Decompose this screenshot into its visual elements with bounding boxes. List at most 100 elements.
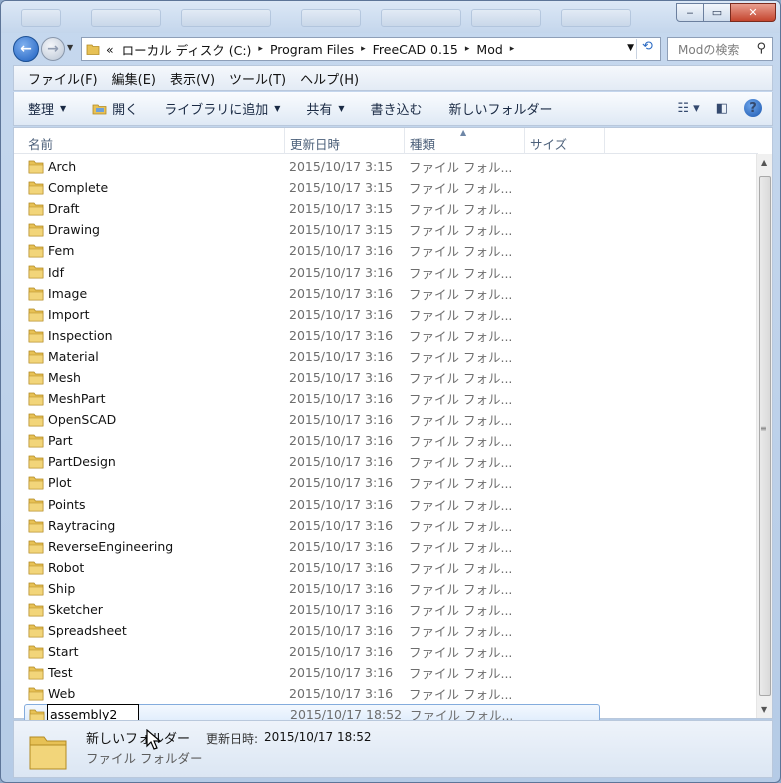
file-row[interactable]: Plot 2015/10/17 3:16 ファイル フォル... [14,472,758,493]
menu-edit[interactable]: 編集(E) [112,69,156,88]
vertical-scrollbar[interactable]: ▲ ≡ ▼ [756,154,772,718]
minimize-icon: ‒ [686,6,694,19]
file-row[interactable]: PartDesign 2015/10/17 3:16 ファイル フォル... [14,451,758,472]
menu-file[interactable]: ファイル(F) [28,69,98,88]
file-row[interactable]: Fem 2015/10/17 3:16 ファイル フォル... [14,240,758,261]
refresh-icon[interactable]: ⟲ [636,39,658,59]
breadcrumb-separator-icon[interactable]: ▸ [510,44,515,54]
minimize-button[interactable]: ‒ [676,3,704,22]
file-row[interactable]: Web 2015/10/17 3:16 ファイル フォル... [14,683,758,704]
file-type: ファイル フォル... [409,265,513,281]
file-row[interactable]: Robot 2015/10/17 3:16 ファイル フォル... [14,557,758,578]
folder-icon [28,582,44,596]
file-row[interactable]: Draft 2015/10/17 3:15 ファイル フォル... [14,198,758,219]
file-type: ファイル フォル... [409,476,513,492]
file-row[interactable]: Points 2015/10/17 3:16 ファイル フォル... [14,494,758,515]
organize-button[interactable]: 整理 ▼ [28,99,66,118]
search-icon[interactable]: ⚲ [756,41,766,56]
recent-pages-dropdown[interactable]: ▼ [67,43,73,52]
file-row[interactable]: Part 2015/10/17 3:16 ファイル フォル... [14,430,758,451]
file-name: OpenSCAD [48,412,117,428]
file-modified: 2015/10/17 3:16 [289,412,394,428]
column-type[interactable]: 種類 [410,134,435,153]
file-row[interactable]: Test 2015/10/17 3:16 ファイル フォル... [14,662,758,683]
background-tab [301,9,361,27]
breadcrumb: ローカル ディスク (C:) ▸ Program Files ▸ FreeCAD 0.1… [122,40,522,59]
share-button[interactable]: 共有 ▼ [306,99,344,118]
file-type: ファイル フォル... [409,603,513,619]
file-type: ファイル フォル... [409,160,513,176]
file-row[interactable]: ReverseEngineering 2015/10/17 3:16 ファイル フォ… [14,536,758,557]
address-dropdown-icon[interactable]: ▼ [627,43,634,53]
folder-icon [28,498,44,511]
file-modified: 2015/10/17 3:16 [289,665,394,681]
menu-tools[interactable]: ツール(T) [229,69,286,88]
file-row[interactable]: MeshPart 2015/10/17 3:16 ファイル フォル... [14,388,758,409]
file-row[interactable]: Idf 2015/10/17 3:16 ファイル フォル... [14,261,758,282]
scrollbar-thumb[interactable] [759,176,771,696]
title-bar: ‒ ▭ ✕ [1,1,780,33]
back-button[interactable]: ← [13,36,39,62]
file-row[interactable]: Sketcher 2015/10/17 3:16 ファイル フォル... [14,599,758,620]
file-row[interactable]: OpenSCAD 2015/10/17 3:16 ファイル フォル... [14,409,758,430]
file-row[interactable]: Spreadsheet 2015/10/17 3:16 ファイル フォル... [14,620,758,641]
file-row[interactable]: Start 2015/10/17 3:16 ファイル フォル... [14,641,758,662]
scrollbar-grip-icon: ≡ [760,424,767,433]
background-tab [91,9,161,27]
menu-view[interactable]: 表示(V) [170,69,215,88]
file-row[interactable]: Drawing 2015/10/17 3:15 ファイル フォル... [14,219,758,240]
folder-icon [28,413,44,427]
breadcrumb-item[interactable]: Program Files [270,42,354,57]
scroll-down-icon[interactable]: ▼ [761,705,767,714]
file-row[interactable]: Inspection 2015/10/17 3:16 ファイル フォル... [14,325,758,346]
details-modified-value: 2015/10/17 18:52 [264,730,372,744]
search-input[interactable]: Modの検索 ⚲ [667,37,773,61]
column-divider[interactable] [524,128,525,154]
open-button[interactable]: 開く [92,99,138,118]
file-row[interactable]: Import 2015/10/17 3:16 ファイル フォル... [14,304,758,325]
address-bar[interactable]: « ローカル ディスク (C:) ▸ Program Files ▸ FreeCAD 0… [81,37,661,61]
column-divider[interactable] [404,128,405,154]
add-to-library-button[interactable]: ライブラリに追加 ▼ [164,99,280,118]
breadcrumb-separator-icon[interactable]: ▸ [361,44,366,54]
close-button[interactable]: ✕ [730,3,776,22]
background-tab [471,9,541,27]
view-options-icon[interactable]: ☷ ▾ [677,101,699,116]
file-row[interactable]: Material 2015/10/17 3:16 ファイル フォル... [14,346,758,367]
file-name: Arch [48,159,77,175]
maximize-button[interactable]: ▭ [703,3,731,22]
breadcrumb-item[interactable]: ローカル ディスク (C:) [122,40,252,59]
help-icon[interactable]: ? [744,99,762,117]
mouse-cursor-icon [146,729,162,750]
file-row[interactable]: Image 2015/10/17 3:16 ファイル フォル... [14,283,758,304]
breadcrumb-separator-icon[interactable]: ▸ [258,44,263,54]
file-row[interactable]: Raytracing 2015/10/17 3:16 ファイル フォル... [14,515,758,536]
breadcrumb-separator-icon[interactable]: ▸ [465,44,470,54]
file-name: MeshPart [48,391,106,407]
menu-help[interactable]: ヘルプ(H) [300,69,359,88]
file-row[interactable]: Complete 2015/10/17 3:15 ファイル フォル... [14,177,758,198]
column-modified[interactable]: 更新日時 [290,134,340,153]
file-row[interactable]: Ship 2015/10/17 3:16 ファイル フォル... [14,578,758,599]
column-size[interactable]: サイズ [530,134,567,153]
burn-button[interactable]: 書き込む [371,99,423,118]
file-name: Complete [48,180,109,196]
file-row[interactable]: Mesh 2015/10/17 3:16 ファイル フォル... [14,367,758,388]
folder-icon [28,287,44,300]
file-modified: 2015/10/17 3:16 [289,306,394,322]
folder-icon [28,519,44,532]
breadcrumb-overflow[interactable]: « [106,42,114,57]
new-folder-button[interactable]: 新しいフォルダー [449,99,553,118]
breadcrumb-item[interactable]: Mod [476,42,502,57]
column-divider[interactable] [604,128,605,154]
scroll-up-icon[interactable]: ▲ [761,158,767,167]
preview-pane-icon[interactable]: ◧ [716,101,728,116]
folder-icon [28,160,44,174]
forward-button[interactable]: → [41,37,65,61]
file-name: Material [48,348,99,364]
column-name[interactable]: 名前 [28,134,53,153]
add-library-label: ライブラリに追加 [164,103,269,118]
breadcrumb-item[interactable]: FreeCAD 0.15 [373,42,458,57]
file-row[interactable]: Arch 2015/10/17 3:15 ファイル フォル... [14,156,758,177]
column-divider[interactable] [284,128,285,154]
